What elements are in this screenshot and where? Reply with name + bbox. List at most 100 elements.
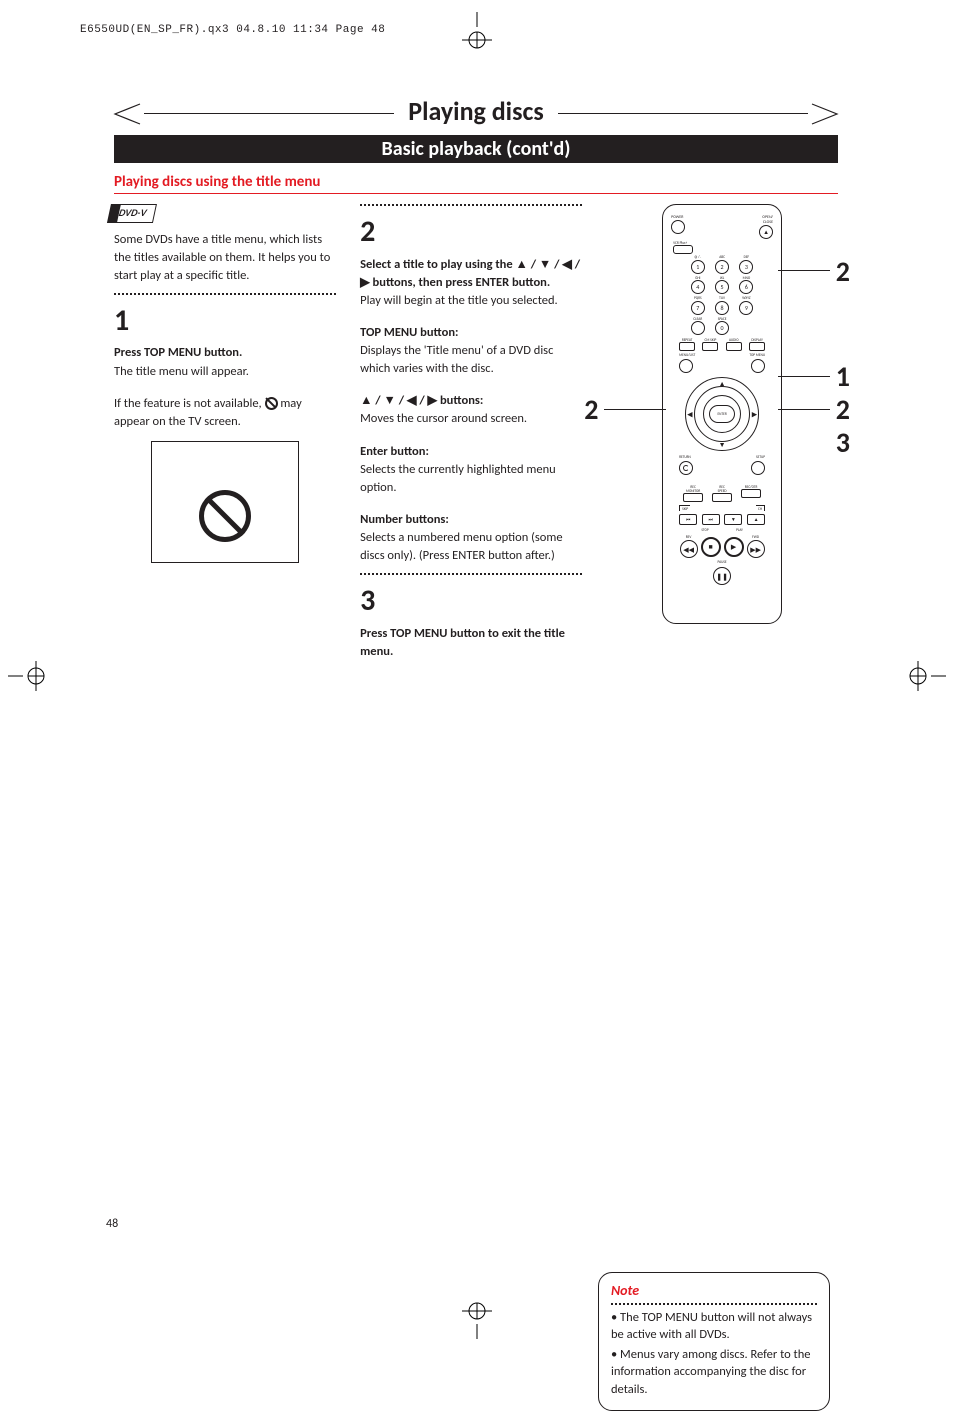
num-label: @ / . (687, 256, 708, 260)
page-number: 48 (106, 1217, 118, 1231)
fn-button (702, 342, 718, 351)
step-1-body: The title menu will appear. (114, 363, 336, 381)
rec-button (683, 493, 703, 502)
rec-label: REC MONITOR (683, 485, 703, 493)
num-button: 9 (739, 301, 753, 315)
num-button: 0 (715, 321, 729, 335)
num-button: 2 (715, 260, 729, 274)
note-bullet-1: • The TOP MENU button will not always be… (611, 1309, 817, 1344)
return-button (679, 461, 693, 475)
fn-button (749, 342, 765, 351)
menu-list-label: MENU/LIST (679, 353, 695, 357)
num-label: GHI (687, 277, 708, 281)
setup-button (751, 461, 765, 475)
fn-label: DISPLAY (749, 338, 765, 342)
column-1: DVD-V Some DVDs have a title menu, which… (114, 204, 336, 661)
arrows-body: Moves the cursor around screen. (360, 410, 582, 428)
step-1-number: 1 (114, 299, 336, 343)
num-label: WXYZ (736, 297, 757, 301)
open-close-label: OPEN/ CLOSE (759, 215, 773, 225)
subtitle-bar: Basic playback (cont'd) (114, 135, 838, 163)
remote-illustration: POWER OPEN/ CLOSE ▲ VCR Plus+ (662, 204, 782, 624)
column-2: 2 Select a title to play using the ▲ / ▼… (360, 204, 582, 661)
page-title: Playing discs (400, 95, 551, 127)
stop-button: ■ (701, 537, 721, 557)
left-arrow-icon: ◀ (687, 410, 692, 419)
function-row: REPEATCM SKIPAUDIODISPLAY (671, 338, 773, 351)
crop-mark-top (457, 12, 497, 52)
note-bullet-2: • Menus vary among discs. Refer to the i… (611, 1346, 817, 1399)
chevron-right-icon (810, 103, 840, 125)
pause-label: PAUSE (671, 560, 773, 564)
return-label: RETURN (679, 455, 691, 459)
num-label: SPACE (711, 318, 732, 322)
step-2-body: Play will begin at the title you selecte… (360, 292, 582, 310)
num-label: DEF (736, 256, 757, 260)
enter-button: ENTER (709, 405, 735, 423)
stop-label: STOP (701, 528, 708, 532)
section-heading: Playing discs using the title menu (114, 173, 838, 194)
num-label: JKL (711, 277, 732, 281)
num-label: TUV (711, 297, 732, 301)
step-2-number: 2 (360, 210, 582, 254)
num-button: 8 (715, 301, 729, 315)
num-label: CLEAR (687, 318, 708, 322)
top-menu-label: TOP MENU (749, 353, 765, 357)
rec-button (741, 489, 761, 498)
tv-illustration (151, 441, 299, 563)
crop-mark-bottom (457, 1299, 497, 1339)
enter-body: Selects the currently highlighted menu o… (360, 461, 582, 497)
fwd-button: ▶▶ (747, 540, 765, 558)
rec-row: REC MONITORREC SPEEDREC/OTR (671, 485, 773, 502)
crop-mark-left (8, 656, 48, 696)
file-header: E6550UD(EN_SP_FR).qx3 04.8.10 11:34 Page… (80, 24, 385, 36)
step-1-heading: Press TOP MENU button. (114, 344, 336, 362)
topmenu-heading: TOP MENU button: (360, 324, 582, 342)
forbidden-icon-small (265, 397, 278, 410)
nav-wheel: ENTER ▲ ▼ ◀ ▶ (685, 377, 759, 451)
rec-label: REC SPEED (712, 485, 732, 493)
num-label: MNO (736, 277, 757, 281)
step-1-body2: If the feature is not available, may app… (114, 395, 336, 431)
rev-button: ◀◀ (680, 540, 698, 558)
num-button (691, 321, 705, 335)
dvd-badge: DVD-V (112, 204, 157, 223)
up-arrow-icon: ▲ (719, 379, 726, 388)
skip-fwd-button: ⏭ (702, 514, 720, 525)
num-button: 5 (715, 280, 729, 294)
ch-label: CH (756, 505, 765, 511)
right-arrow-icon: ▶ (752, 410, 757, 419)
pause-button: ❚❚ (713, 567, 731, 585)
note-heading: Note (611, 1281, 817, 1301)
num-button: 6 (739, 280, 753, 294)
num-label: ABC (711, 256, 732, 260)
step-3-heading: Press TOP MENU button to exit the title … (360, 625, 582, 661)
fn-label: CM SKIP (702, 338, 718, 342)
step-3-number: 3 (360, 579, 582, 623)
skip-back-button: ⏮ (679, 514, 697, 525)
callout-3: 3 (836, 425, 850, 460)
fwd-label: FWD (752, 535, 759, 539)
callout-2-top: 2 (836, 254, 850, 289)
page-title-bar: Playing discs (106, 95, 846, 127)
callout-1: 1 (836, 359, 850, 394)
fn-button (726, 342, 742, 351)
down-arrow-icon: ▼ (719, 440, 726, 449)
topmenu-body: Displays the 'Title menu' of a DVD disc … (360, 342, 582, 378)
skip-label: SKIP (679, 505, 690, 511)
forbidden-icon (199, 490, 251, 542)
rec-button (712, 493, 732, 502)
num-label: PQRS (687, 297, 708, 301)
play-label: PLAY (736, 528, 743, 532)
ch-up-button: ▲ (747, 514, 765, 525)
power-button (671, 220, 685, 234)
num-button: 4 (691, 280, 705, 294)
num-button: 3 (739, 260, 753, 274)
vcr-plus-button (673, 245, 693, 254)
top-menu-button (751, 359, 765, 373)
step-2-heading: Select a title to play using the ▲ / ▼ /… (360, 256, 582, 292)
number-body: Selects a numbered menu option (some dis… (360, 529, 582, 565)
divider (360, 573, 582, 575)
play-button: ▶ (724, 537, 744, 557)
setup-label: SETUP (756, 455, 765, 459)
